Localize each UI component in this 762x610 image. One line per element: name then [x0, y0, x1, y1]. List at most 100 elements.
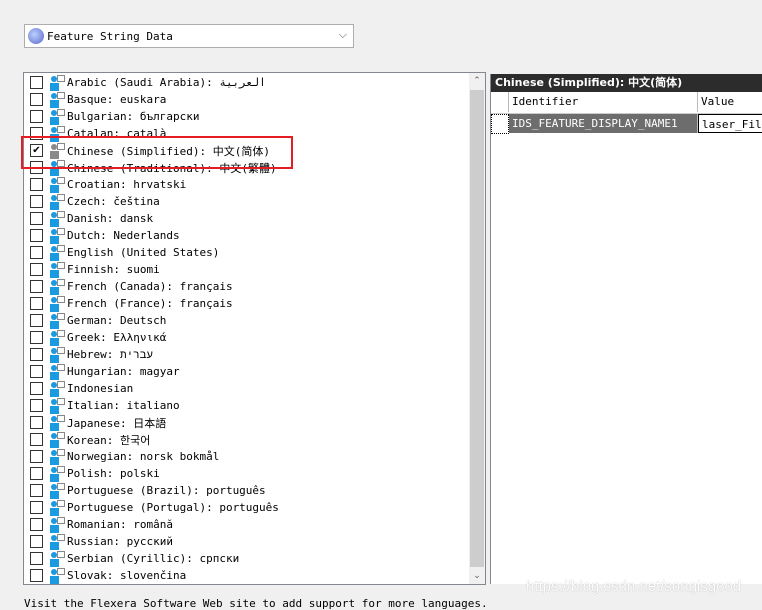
language-user-icon	[49, 193, 65, 210]
checkbox[interactable]	[30, 484, 43, 497]
language-item[interactable]: Dutch: Nederlands	[24, 227, 180, 244]
language-user-icon	[49, 244, 65, 261]
language-user-icon	[49, 363, 65, 380]
language-label: Portuguese (Brazil): português	[67, 484, 266, 497]
language-item[interactable]: Japanese: 日本語	[24, 414, 166, 431]
checkbox[interactable]	[30, 297, 43, 310]
scrollbar[interactable]: ⌃ ⌄	[469, 73, 485, 584]
scroll-up-icon[interactable]: ⌃	[469, 73, 485, 89]
table-header: Identifier Value	[491, 92, 762, 114]
language-label: Basque: euskara	[67, 93, 167, 106]
checkbox[interactable]	[30, 229, 43, 242]
string-type-dropdown[interactable]: Feature String Data ⌵	[24, 24, 354, 48]
checkbox[interactable]	[30, 178, 43, 191]
checkbox[interactable]	[30, 314, 43, 327]
language-user-icon	[49, 482, 65, 499]
checkbox[interactable]	[30, 433, 43, 446]
identifier-cell[interactable]: IDS_FEATURE_DISPLAY_NAME1	[509, 114, 698, 133]
language-item[interactable]: English (United States)	[24, 244, 219, 261]
checkbox[interactable]	[30, 246, 43, 259]
checkbox[interactable]	[30, 382, 43, 395]
language-user-icon	[49, 380, 65, 397]
language-user-icon	[49, 465, 65, 482]
checkbox[interactable]	[30, 331, 43, 344]
language-user-icon	[49, 261, 65, 278]
language-item[interactable]: Arabic (Saudi Arabia): العربية	[24, 74, 266, 91]
checkbox[interactable]	[30, 450, 43, 463]
language-user-icon	[49, 533, 65, 550]
language-item[interactable]: Basque: euskara	[24, 91, 166, 108]
checkbox[interactable]	[30, 501, 43, 514]
checkbox[interactable]	[30, 263, 43, 276]
language-user-icon	[49, 295, 65, 312]
language-label: Bulgarian: български	[67, 110, 200, 123]
language-item[interactable]: Slovak: slovenčina	[24, 567, 186, 584]
panel-title: Chinese (Simplified): 中文(简体)	[491, 74, 762, 92]
checkbox[interactable]	[30, 280, 43, 293]
language-item[interactable]: Norwegian: norsk bokmål	[24, 448, 219, 465]
language-item[interactable]: Czech: čeština	[24, 193, 160, 210]
language-item[interactable]: Indonesian	[24, 380, 133, 397]
table-row[interactable]: IDS_FEATURE_DISPLAY_NAME1 laser_Files	[491, 114, 762, 134]
language-item[interactable]: Russian: русский	[24, 533, 173, 550]
language-label: Hungarian: magyar	[67, 365, 180, 378]
language-item[interactable]: Danish: dansk	[24, 210, 153, 227]
checkbox[interactable]	[30, 552, 43, 565]
language-label: Croatian: hrvatski	[67, 178, 187, 191]
language-item[interactable]: Portuguese (Portugal): português	[24, 499, 279, 516]
database-icon	[28, 28, 44, 44]
checkbox[interactable]	[30, 518, 43, 531]
highlight-box	[21, 136, 293, 169]
chevron-down-icon: ⌵	[338, 28, 347, 41]
language-item[interactable]: French (France): français	[24, 295, 233, 312]
language-item[interactable]: Portuguese (Brazil): português	[24, 482, 266, 499]
language-label: Dutch: Nederlands	[67, 229, 180, 242]
checkbox[interactable]	[30, 569, 43, 582]
column-identifier[interactable]: Identifier	[509, 92, 698, 112]
value-cell[interactable]: laser_Files	[698, 114, 762, 133]
language-item[interactable]: Serbian (Cyrillic): српски	[24, 550, 239, 567]
language-user-icon	[49, 397, 65, 414]
checkbox[interactable]	[30, 76, 43, 89]
language-item[interactable]: Finnish: suomi	[24, 261, 160, 278]
language-item[interactable]: Hebrew: עברית	[24, 346, 153, 363]
language-label: French (Canada): français	[67, 280, 233, 293]
language-item[interactable]: Polish: polski	[24, 465, 160, 482]
language-user-icon	[49, 516, 65, 533]
language-item[interactable]: Bulgarian: български	[24, 108, 199, 125]
checkbox[interactable]	[30, 416, 43, 429]
language-label: Slovak: slovenčina	[67, 569, 187, 582]
checkbox[interactable]	[30, 212, 43, 225]
language-item[interactable]: Romanian: română	[24, 516, 173, 533]
checkbox[interactable]	[30, 348, 43, 361]
language-item[interactable]: German: Deutsch	[24, 312, 166, 329]
language-label: Russian: русский	[67, 535, 173, 548]
dropdown-value: Feature String Data	[47, 29, 173, 43]
scrollbar-thumb[interactable]	[470, 90, 484, 567]
language-item[interactable]: French (Canada): français	[24, 278, 233, 295]
language-item[interactable]: Hungarian: magyar	[24, 363, 180, 380]
checkbox[interactable]	[30, 535, 43, 548]
checkbox[interactable]	[30, 195, 43, 208]
language-user-icon	[49, 312, 65, 329]
language-item[interactable]: Greek: Ελληνικά	[24, 329, 166, 346]
checkbox[interactable]	[30, 110, 43, 123]
checkbox[interactable]	[30, 93, 43, 106]
language-item[interactable]: Croatian: hrvatski	[24, 176, 186, 193]
checkbox[interactable]	[30, 365, 43, 378]
checkbox[interactable]	[30, 399, 43, 412]
footer-text: Visit the Flexera Software Web site to a…	[24, 597, 488, 610]
language-user-icon	[49, 108, 65, 125]
checkbox[interactable]	[30, 467, 43, 480]
watermark: https://blog.csdn.net/songisgood	[526, 578, 742, 595]
language-label: Indonesian	[67, 382, 134, 395]
language-item[interactable]: Korean: 한국어	[24, 431, 150, 448]
language-user-icon	[49, 210, 65, 227]
language-label: Czech: čeština	[67, 195, 160, 208]
language-user-icon	[49, 414, 65, 431]
language-item[interactable]: Italian: italiano	[24, 397, 180, 414]
language-label: English (United States)	[67, 246, 220, 259]
column-value[interactable]: Value	[698, 92, 762, 112]
language-label: French (France): français	[67, 297, 233, 310]
scroll-down-icon[interactable]: ⌄	[469, 568, 485, 584]
